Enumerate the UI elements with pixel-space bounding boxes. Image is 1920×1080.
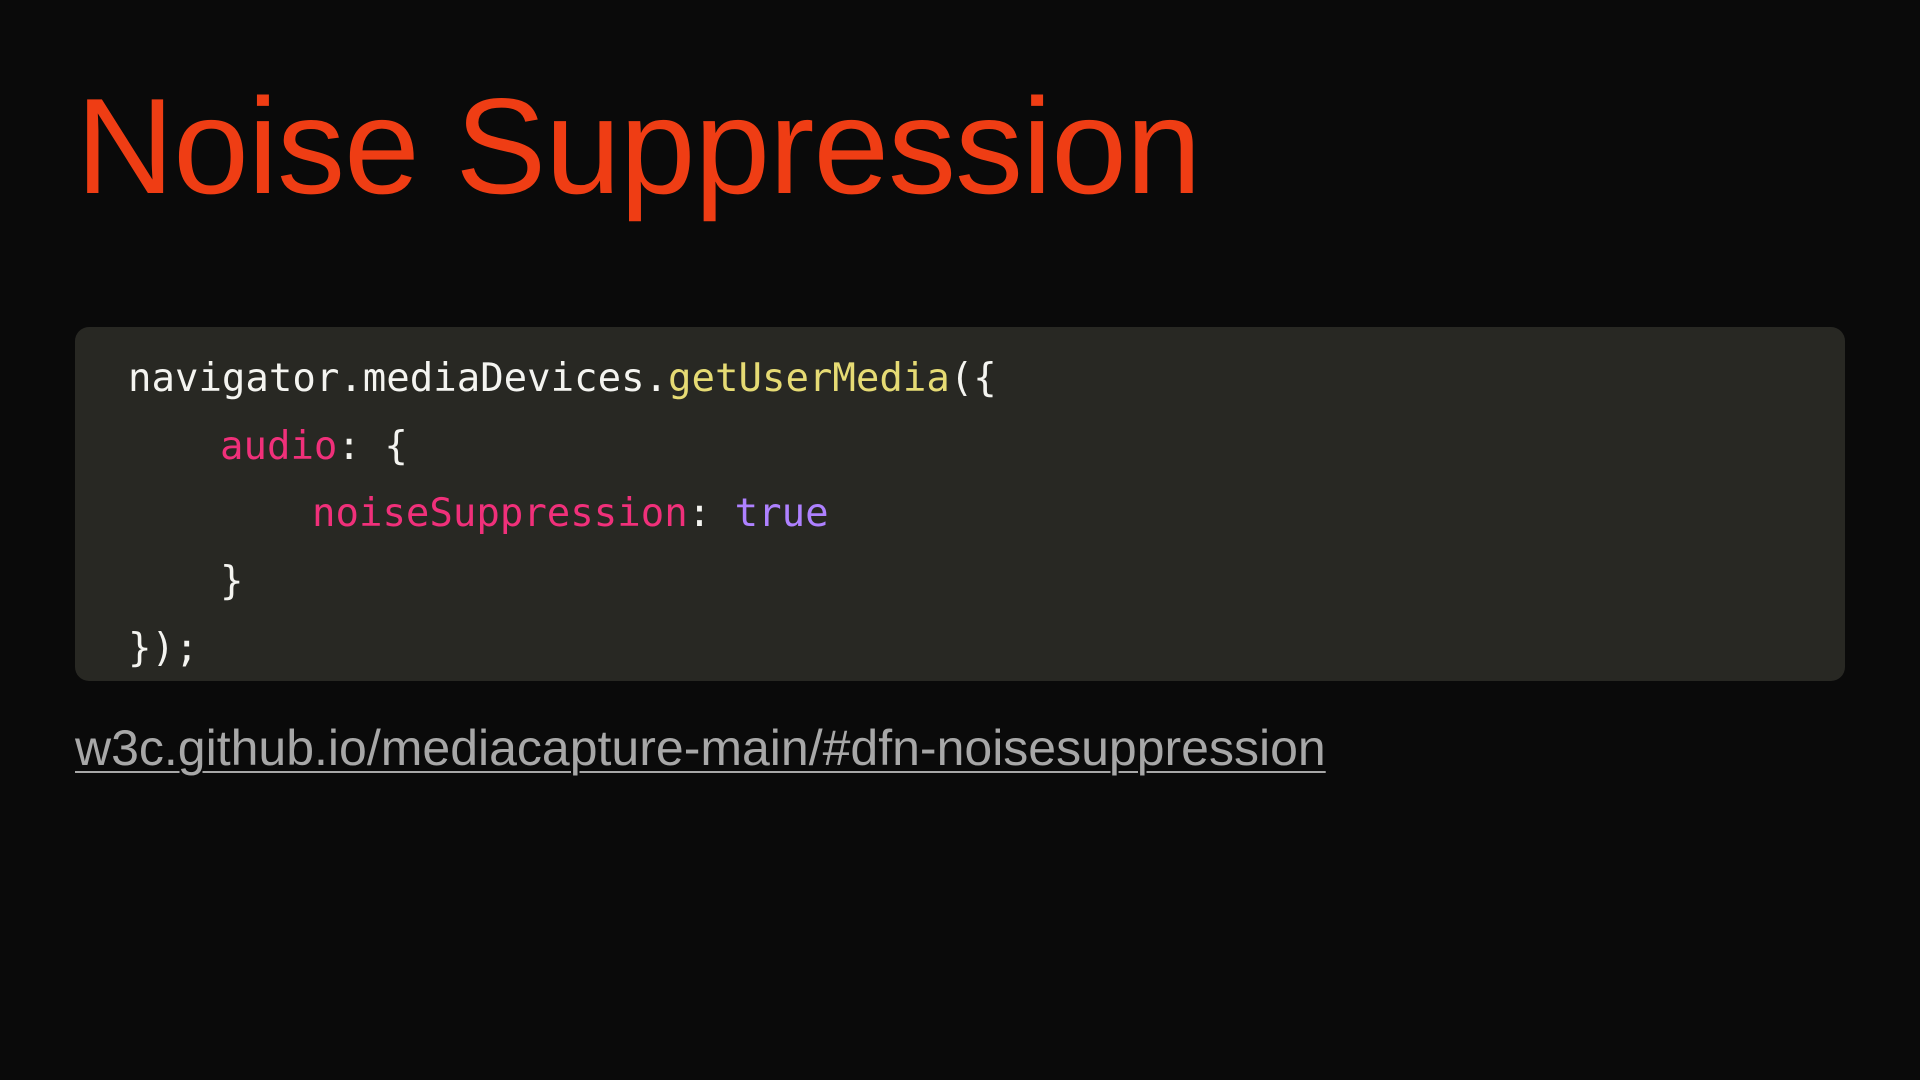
code-value-true: true: [734, 491, 829, 536]
slide-title: Noise Suppression: [76, 70, 1202, 222]
code-line-4: }: [128, 548, 1845, 616]
code-line-5: });: [128, 615, 1845, 683]
slide: Noise Suppression navigator.mediaDevices…: [0, 0, 1920, 1080]
code-open-paren: ({: [949, 356, 997, 401]
code-method: getUserMedia: [668, 356, 950, 401]
spec-link[interactable]: w3c.github.io/mediacapture-main/#dfn-noi…: [75, 718, 1326, 778]
code-close-brace: }: [220, 558, 244, 604]
code-close-call: });: [128, 626, 199, 671]
code-line-3: noiseSuppression: true: [128, 480, 1845, 548]
code-block: navigator.mediaDevices.getUserMedia({ au…: [75, 327, 1845, 681]
code-line-2: audio: {: [128, 413, 1845, 481]
code-colon: :: [687, 491, 735, 536]
code-line-1: navigator.mediaDevices.getUserMedia({: [128, 345, 1845, 413]
code-colon-brace: : {: [337, 423, 408, 469]
code-key-audio: audio: [220, 423, 338, 469]
code-key-noise-suppression: noiseSuppression: [312, 491, 688, 536]
code-object: navigator.mediaDevices.: [128, 356, 669, 401]
